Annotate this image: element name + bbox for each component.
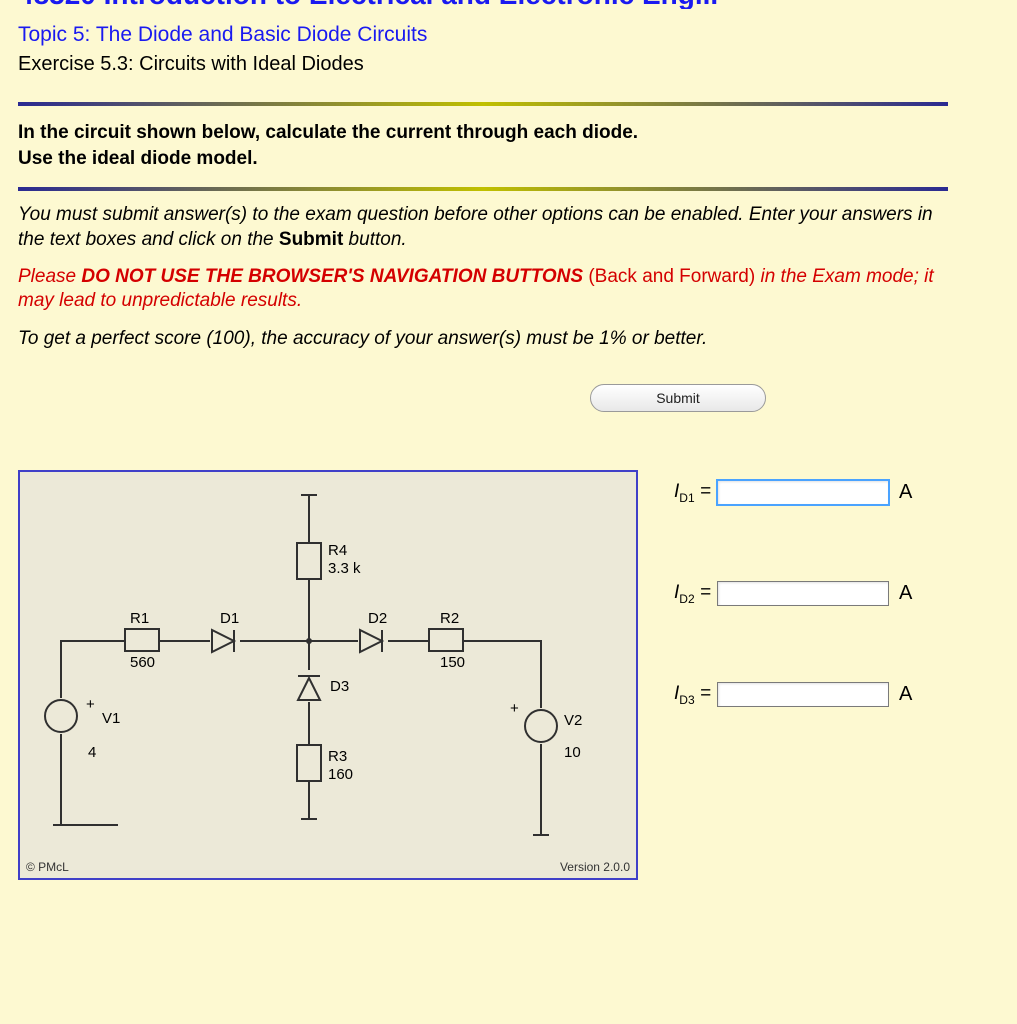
answers-panel: ID1 = A ID2 = A ID3 = A bbox=[674, 470, 912, 783]
value-r4: 3.3 k bbox=[328, 560, 361, 577]
label-r1: R1 bbox=[130, 610, 149, 627]
page-main-title: 48520 Introduction to Electrical and Ele… bbox=[18, 0, 999, 9]
question-line-2: Use the ideal diode model. bbox=[18, 148, 258, 169]
copyright: © PMcL bbox=[26, 860, 69, 874]
diode-d3-icon bbox=[296, 670, 322, 702]
unit-id2: A bbox=[899, 582, 912, 605]
divider bbox=[18, 102, 948, 106]
input-id2[interactable] bbox=[717, 581, 889, 606]
instr-post: button. bbox=[343, 229, 406, 250]
answer-row-id2: ID2 = A bbox=[674, 581, 912, 606]
source-v1-icon bbox=[43, 698, 79, 734]
warn-parenthetical: (Back and Forward) bbox=[583, 266, 760, 287]
submit-wrap: Submit bbox=[18, 384, 999, 412]
label-d3: D3 bbox=[330, 678, 349, 695]
diode-d1-icon bbox=[210, 628, 242, 654]
resistor-r4-icon bbox=[296, 542, 322, 580]
value-r3: 160 bbox=[328, 766, 353, 783]
circuit-diagram: R1 560 D1 R4 3.3 k D2 R2 150 D3 R3 160 +… bbox=[18, 470, 638, 880]
answer-row-id1: ID1 = A bbox=[674, 480, 912, 505]
label-id3: ID3 = bbox=[674, 683, 711, 707]
warn-strong: DO NOT USE THE BROWSER'S NAVIGATION BUTT… bbox=[81, 266, 583, 287]
instructions: You must submit answer(s) to the exam qu… bbox=[18, 203, 938, 252]
label-r2: R2 bbox=[440, 610, 459, 627]
input-id1[interactable] bbox=[717, 480, 889, 505]
value-v2: 10 bbox=[564, 744, 581, 761]
warn-prefix: Please bbox=[18, 266, 81, 287]
source-v2-icon bbox=[523, 708, 559, 744]
plus-v1: + bbox=[86, 696, 95, 713]
divider bbox=[18, 187, 948, 191]
label-v1: V1 bbox=[102, 710, 120, 727]
label-id2: ID2 = bbox=[674, 582, 711, 606]
label-v2: V2 bbox=[564, 712, 582, 729]
value-r1: 560 bbox=[130, 654, 155, 671]
instr-submit-word: Submit bbox=[279, 229, 343, 250]
label-d2: D2 bbox=[368, 610, 387, 627]
topic-link[interactable]: Topic 5: The Diode and Basic Diode Circu… bbox=[18, 23, 999, 47]
unit-id1: A bbox=[899, 481, 912, 504]
answer-row-id3: ID3 = A bbox=[674, 682, 912, 707]
value-r2: 150 bbox=[440, 654, 465, 671]
question-text: In the circuit shown below, calculate th… bbox=[18, 120, 938, 171]
lower-row: R1 560 D1 R4 3.3 k D2 R2 150 D3 R3 160 +… bbox=[18, 470, 999, 880]
resistor-r2-icon bbox=[428, 628, 464, 652]
version: Version 2.0.0 bbox=[560, 860, 630, 874]
label-d1: D1 bbox=[220, 610, 239, 627]
score-note: To get a perfect score (100), the accura… bbox=[18, 328, 938, 350]
input-id3[interactable] bbox=[717, 682, 889, 707]
unit-id3: A bbox=[899, 683, 912, 706]
label-r3: R3 bbox=[328, 748, 347, 765]
submit-button[interactable]: Submit bbox=[590, 384, 766, 412]
resistor-r3-icon bbox=[296, 744, 322, 782]
instr-pre: You must submit answer(s) to the exam qu… bbox=[18, 204, 933, 250]
diode-d2-icon bbox=[358, 628, 390, 654]
value-v1: 4 bbox=[88, 744, 96, 761]
resistor-r1-icon bbox=[124, 628, 160, 652]
plus-v2: + bbox=[510, 700, 519, 717]
label-id1: ID1 = bbox=[674, 481, 711, 505]
warning-text: Please DO NOT USE THE BROWSER'S NAVIGATI… bbox=[18, 265, 938, 314]
page: 48520 Introduction to Electrical and Ele… bbox=[0, 0, 1017, 898]
question-line-1: In the circuit shown below, calculate th… bbox=[18, 122, 638, 143]
label-r4: R4 bbox=[328, 542, 347, 559]
exercise-title: Exercise 5.3: Circuits with Ideal Diodes bbox=[18, 53, 999, 76]
